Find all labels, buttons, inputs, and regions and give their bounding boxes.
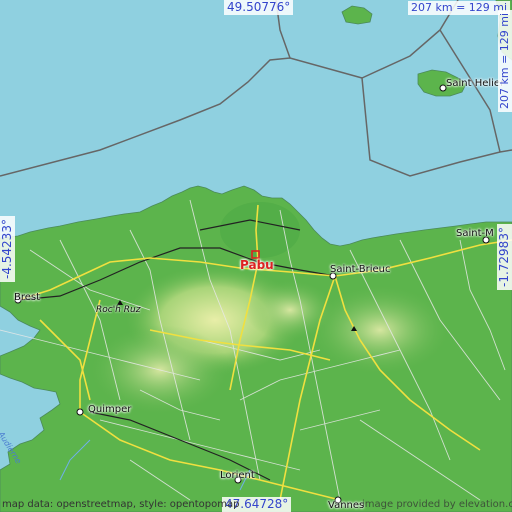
city-label-quimper: Quimper (88, 404, 132, 415)
city-label-brest: Brest (14, 292, 41, 303)
city-label-lorient: Lorient (220, 470, 255, 481)
attribution-right: image provided by elevation.city (362, 499, 512, 510)
city-label-saint-helier: Saint Helier (446, 78, 505, 89)
upland-central (245, 280, 335, 340)
attribution-left: map data: openstreetmap, style: opentopo… (2, 499, 240, 510)
topographic-map (0, 0, 512, 512)
scale-top: 207 km = 129 mi (408, 1, 511, 15)
peak-label-roch-ruz: Roc'h Ruz (96, 305, 141, 315)
city-label-vannes: Vannes (328, 500, 365, 511)
place-label-pabu: Pabu (240, 258, 274, 272)
coord-top: 49.50776° (224, 0, 294, 15)
scale-right: 207 km = 129 mi (498, 9, 512, 112)
coord-right: -1.72983° (497, 224, 512, 290)
city-label-saint-brieuc: Saint-Brieuc (330, 264, 391, 275)
coord-left: -4.54233° (0, 216, 15, 282)
city-label-saint-m: Saint-M (456, 228, 494, 239)
